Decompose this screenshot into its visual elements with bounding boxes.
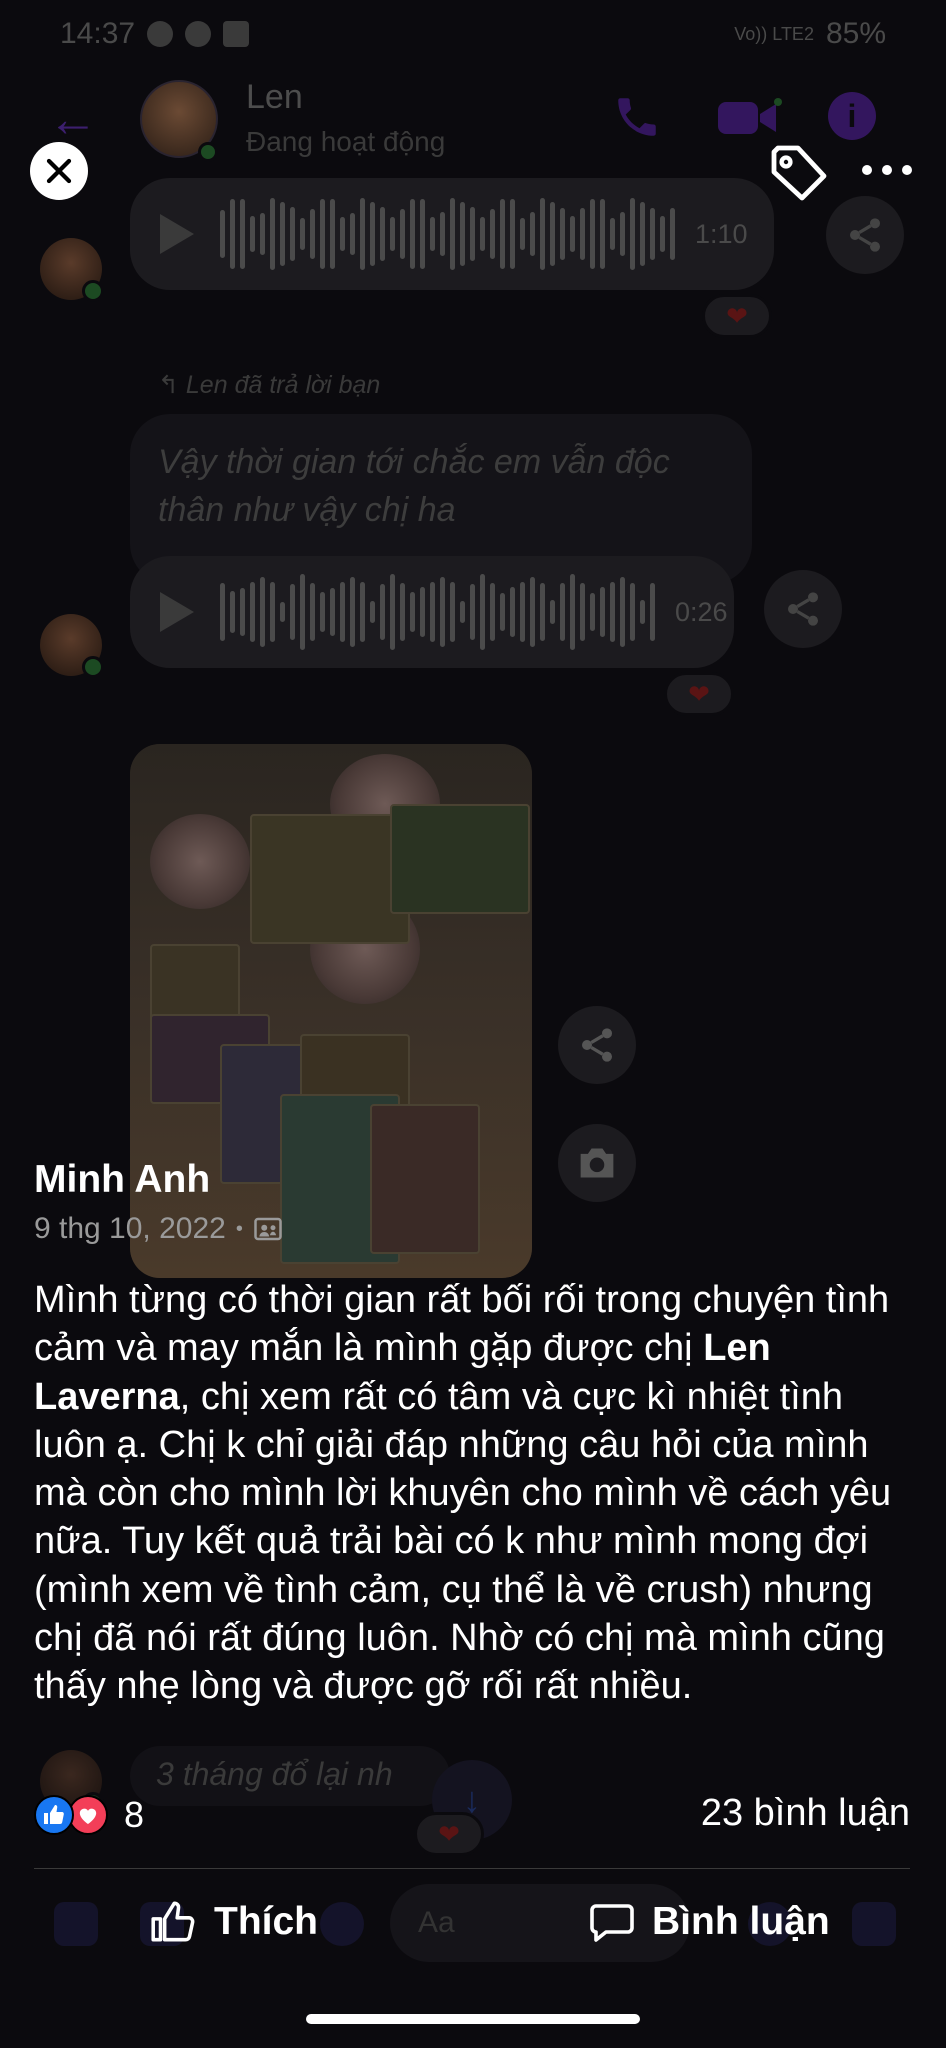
- like-label: Thích: [214, 1900, 318, 1943]
- network-label: Vo)) LTE2: [734, 23, 814, 44]
- online-indicator: [198, 142, 218, 162]
- reaction-summary[interactable]: 8: [34, 1792, 144, 1838]
- home-indicator[interactable]: [306, 2014, 640, 2024]
- waveform-2: [220, 572, 655, 652]
- post-date[interactable]: 9 thg 10, 2022: [34, 1212, 226, 1246]
- reply-label-text: Len đã trả lời bạn: [185, 371, 381, 399]
- comment-count[interactable]: 23 bình luận: [701, 1792, 910, 1835]
- messenger-notification-icon: [147, 21, 174, 47]
- privacy-icon: [254, 1217, 282, 1241]
- heart-reaction-3: ❤: [414, 1812, 484, 1856]
- messenger-background: 14:37 Vo)) LTE2 85% ← Len Đang hoạt động…: [0, 0, 946, 2048]
- reply-label: ↰ Len đã trả lời bạn: [158, 371, 381, 399]
- status-bar: 14:37 Vo)) LTE2 85%: [0, 0, 946, 58]
- messenger-notification-icon-2: [185, 21, 212, 47]
- heart-reaction[interactable]: ❤: [702, 294, 772, 338]
- thumbs-up-icon: [151, 1901, 195, 1942]
- mic-icon: [320, 1902, 364, 1946]
- post-author[interactable]: Minh Anh: [34, 1158, 210, 1202]
- status-time: 14:37: [60, 17, 136, 50]
- close-button[interactable]: [30, 142, 88, 200]
- share-icon-2: [788, 592, 818, 626]
- comment-label: Bình luận: [652, 1900, 830, 1943]
- post-meta: 9 thg 10, 2022 •: [34, 1212, 283, 1246]
- love-reaction-icon: [68, 1795, 108, 1835]
- share-icon: [850, 218, 880, 252]
- camera-button[interactable]: [558, 1124, 636, 1202]
- info-icon[interactable]: i: [828, 92, 876, 140]
- share-icon-3: [582, 1028, 612, 1062]
- apps-icon: [54, 1902, 98, 1946]
- meta-separator: •: [235, 1217, 243, 1240]
- close-icon: [46, 158, 72, 184]
- voice-message-1[interactable]: 1:10: [130, 178, 774, 290]
- contact-status: Đang hoạt động: [246, 126, 446, 157]
- photo-share-button[interactable]: [558, 1006, 636, 1084]
- faded-message: 3 tháng đổ lại nh: [130, 1746, 450, 1806]
- tag-icon[interactable]: [766, 142, 830, 206]
- share-button-2[interactable]: [764, 570, 842, 648]
- voice-duration: 1:10: [695, 218, 748, 249]
- back-arrow-icon[interactable]: ←: [48, 90, 98, 148]
- voice-duration-2: 0:26: [675, 596, 728, 627]
- reaction-count: 8: [124, 1794, 145, 1835]
- chat-notification-icon: [223, 21, 250, 47]
- more-icon[interactable]: [862, 150, 912, 190]
- play-icon-2[interactable]: [160, 592, 194, 632]
- composer-like-icon: [852, 1902, 896, 1946]
- comment-icon: [590, 1904, 634, 1942]
- play-icon[interactable]: [160, 214, 194, 254]
- message-avatar: [40, 238, 104, 302]
- message-avatar-2: [40, 614, 104, 678]
- post-caption: Mình từng có thời gian rất bối rối trong…: [34, 1276, 914, 1711]
- like-button[interactable]: Thích: [148, 1892, 318, 1952]
- share-button[interactable]: [826, 196, 904, 274]
- comment-button[interactable]: Bình luận: [588, 1892, 830, 1952]
- like-reaction-icon: [34, 1795, 74, 1835]
- video-call-icon[interactable]: [718, 98, 782, 138]
- waveform: [220, 194, 675, 274]
- camera-icon: [580, 1148, 614, 1178]
- voice-message-2[interactable]: 0:26: [130, 556, 734, 668]
- contact-name: Len: [246, 78, 303, 116]
- caption-part-2: , chị xem rất có tâm và cực kì nhiệt tìn…: [34, 1375, 892, 1708]
- heart-reaction-2[interactable]: ❤: [664, 672, 734, 716]
- battery-level: 85%: [825, 17, 886, 50]
- divider: [34, 1868, 910, 1869]
- phone-call-icon[interactable]: [612, 92, 662, 142]
